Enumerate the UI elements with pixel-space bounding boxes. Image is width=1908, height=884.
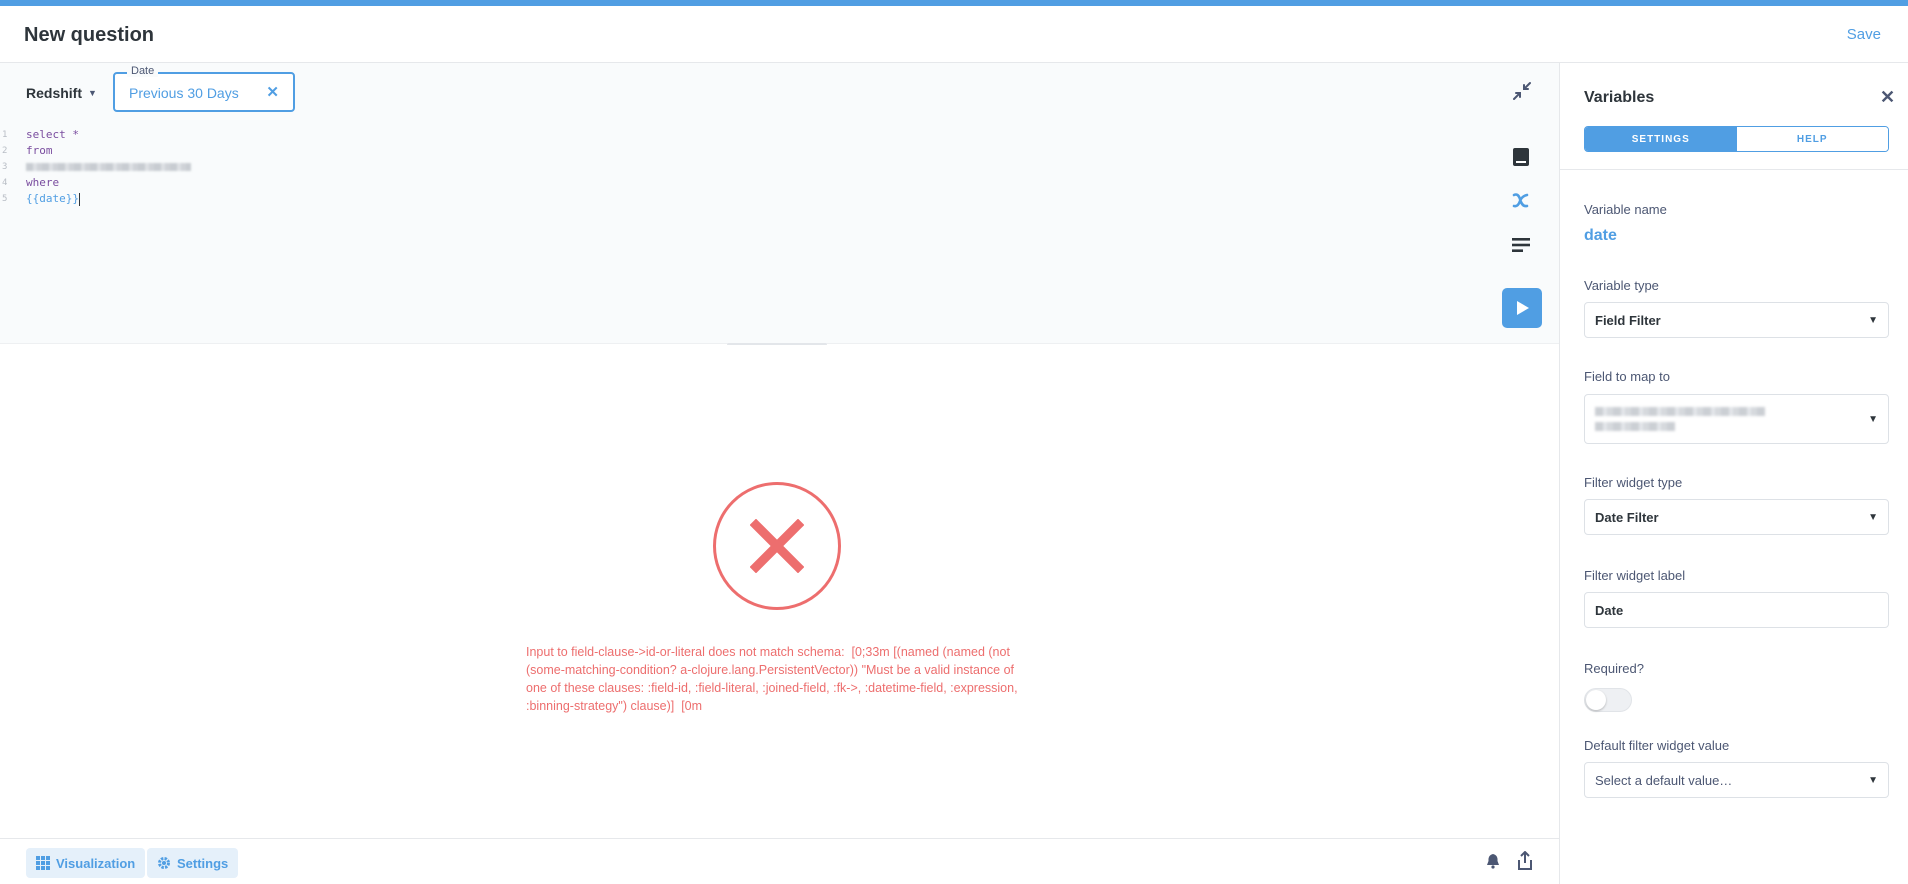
default-value-label: Default filter widget value	[1584, 738, 1730, 753]
date-widget-value: Previous 30 Days	[129, 85, 239, 101]
code-text: from	[26, 144, 53, 157]
code-text: where	[26, 176, 60, 189]
bell-icon[interactable]	[1485, 853, 1503, 871]
visualization-button[interactable]: Visualization	[26, 848, 146, 878]
gear-icon	[158, 857, 170, 869]
results-area: Input to field-clause->id-or-literal doe…	[0, 345, 1559, 838]
variable-name-label: Variable name	[1584, 202, 1667, 217]
sql-editor-area: Redshift ▼ Date Previous 30 Days ✕ 1 sel…	[0, 63, 1559, 344]
play-icon	[1517, 301, 1529, 315]
grid-icon	[36, 856, 50, 870]
widget-type-value: Date Filter	[1595, 510, 1659, 525]
date-filter-widget[interactable]: Date Previous 30 Days ✕	[113, 65, 295, 112]
sidebar-title: Variables	[1584, 89, 1655, 106]
database-picker[interactable]: Redshift ▼	[26, 85, 97, 101]
settings-label: Settings	[177, 855, 229, 871]
error-x-icon	[713, 482, 841, 610]
code-line: 2 from	[0, 143, 1480, 159]
chevron-down-icon: ▼	[1868, 775, 1878, 786]
settings-button[interactable]: Settings	[147, 848, 239, 878]
required-toggle[interactable]	[1584, 688, 1632, 712]
variable-type-select[interactable]: Field Filter ▼	[1584, 302, 1889, 338]
widget-type-select[interactable]: Date Filter ▼	[1584, 499, 1889, 535]
required-label: Required?	[1584, 661, 1644, 676]
chevron-down-icon: ▼	[1868, 414, 1878, 425]
field-map-label: Field to map to	[1584, 369, 1670, 384]
code-line: 1 select *	[0, 127, 1480, 143]
date-widget-legend: Date	[127, 65, 159, 77]
close-icon[interactable]: ✕	[1880, 87, 1895, 108]
divider	[1560, 169, 1908, 170]
code-text: {{date}}	[26, 192, 79, 205]
run-query-button[interactable]	[1502, 288, 1542, 328]
code-line: 4 where	[0, 175, 1480, 191]
chevron-down-icon: ▼	[1868, 512, 1878, 523]
variable-type-label: Variable type	[1584, 278, 1659, 293]
editor-side-tools	[1507, 143, 1535, 275]
field-map-select[interactable]: ▼	[1584, 394, 1889, 444]
widget-label-input[interactable]: Date	[1584, 592, 1889, 628]
footer-bar: Visualization Settings	[0, 838, 1559, 884]
data-reference-icon[interactable]	[1507, 143, 1535, 171]
redacted-field-table	[1595, 407, 1765, 416]
page-title: New question	[24, 24, 155, 46]
code-line: 3	[0, 159, 1480, 175]
tab-help[interactable]: HELP	[1736, 127, 1888, 151]
database-name: Redshift	[26, 85, 82, 101]
line-number: 3	[2, 162, 8, 172]
chevron-down-icon: ▼	[88, 88, 97, 98]
default-value-select[interactable]: Select a default value… ▼	[1584, 762, 1889, 798]
redacted-field-name	[1595, 422, 1675, 431]
save-button[interactable]: Save	[1847, 26, 1881, 43]
variable-type-value: Field Filter	[1595, 313, 1661, 328]
toggle-knob	[1586, 690, 1606, 710]
chevron-down-icon: ▼	[1868, 315, 1878, 326]
variables-sidebar: Variables ✕ SETTINGS HELP Variable name …	[1559, 63, 1908, 884]
sidebar-tabs: SETTINGS HELP	[1584, 126, 1889, 152]
line-number: 4	[2, 178, 8, 188]
default-value-placeholder: Select a default value…	[1595, 773, 1733, 788]
collapse-editor-icon[interactable]	[1512, 81, 1532, 101]
text-cursor	[78, 192, 80, 206]
widget-label-label: Filter widget label	[1584, 568, 1686, 583]
share-icon[interactable]	[1516, 850, 1534, 870]
snippets-icon[interactable]	[1507, 231, 1535, 259]
header: New question Save	[0, 6, 1908, 63]
widget-label-value: Date	[1595, 603, 1624, 618]
visualization-label: Visualization	[56, 855, 136, 871]
variable-name-value: date	[1584, 227, 1617, 244]
error-message: Input to field-clause->id-or-literal doe…	[526, 645, 1018, 713]
code-text: select *	[26, 128, 79, 141]
tab-settings[interactable]: SETTINGS	[1585, 127, 1737, 151]
line-number: 1	[2, 130, 8, 140]
sql-code[interactable]: 1 select * 2 from 3 4 where 5 {{date}}	[0, 127, 1480, 207]
close-icon[interactable]: ✕	[266, 83, 279, 101]
redacted-table-name	[26, 159, 191, 176]
line-number: 2	[2, 146, 8, 156]
line-number: 5	[2, 194, 8, 204]
code-line: 5 {{date}}	[0, 191, 1480, 207]
variables-icon[interactable]	[1507, 187, 1535, 215]
widget-type-label: Filter widget type	[1584, 475, 1683, 490]
